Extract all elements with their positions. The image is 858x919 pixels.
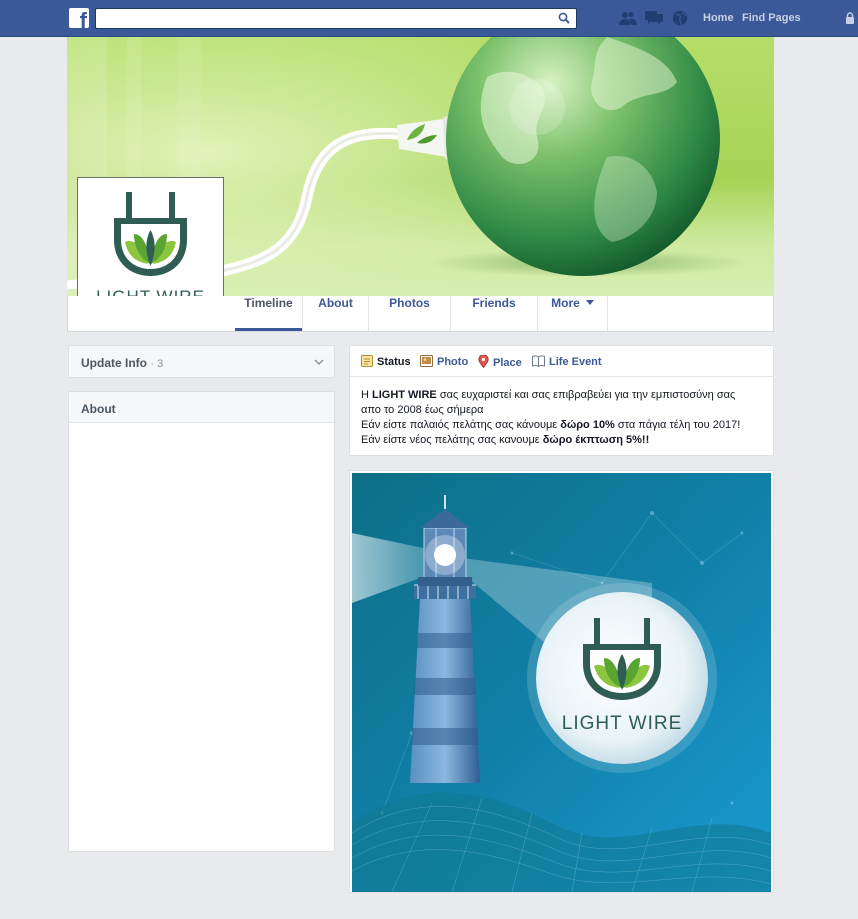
search-icon[interactable] xyxy=(558,12,570,24)
search-box[interactable] xyxy=(95,8,577,29)
tab-photos-label: Photos xyxy=(389,296,430,310)
profile-tab-bar: Timeline About Photos Friends More xyxy=(67,296,774,332)
chevron-down-icon[interactable] xyxy=(314,358,324,366)
find-pages-link[interactable]: Find Pages xyxy=(742,12,801,24)
friend-requests-icon[interactable] xyxy=(619,10,637,26)
update-info-label: Update Info · 3 xyxy=(81,356,164,370)
post-photo[interactable]: LIGHT WIRE xyxy=(349,470,774,893)
status-pencil-icon xyxy=(361,355,373,367)
update-info-card[interactable]: Update Info · 3 xyxy=(68,345,335,378)
composer-tabs: Status Photo Place Life Event xyxy=(350,346,773,377)
map-pin-icon xyxy=(478,354,489,369)
post-line-2: απο το 2008 έως σήμερα xyxy=(361,404,484,416)
life-event-book-icon xyxy=(532,355,545,368)
notifications-globe-icon[interactable] xyxy=(671,10,689,26)
tab-about[interactable]: About xyxy=(303,296,369,331)
facebook-logo-icon[interactable]: f xyxy=(69,8,89,28)
update-info-count: · 3 xyxy=(150,358,164,370)
composer-tab-photo[interactable]: Photo xyxy=(420,355,468,368)
tab-timeline[interactable]: Timeline xyxy=(235,296,303,331)
composer-tab-status[interactable]: Status xyxy=(361,355,411,368)
photo-icon xyxy=(420,355,433,367)
tab-friends[interactable]: Friends xyxy=(451,296,538,331)
messages-icon[interactable] xyxy=(645,10,663,26)
top-navigation-bar: f Home Find Pages xyxy=(0,0,858,37)
composer-tab-life-event[interactable]: Life Event xyxy=(532,355,602,368)
search-input[interactable] xyxy=(96,9,546,28)
chevron-down-icon xyxy=(585,300,594,305)
post-brand-name: LIGHT WIRE xyxy=(562,713,683,734)
lighthouse-promo-image: LIGHT WIRE xyxy=(352,473,771,892)
post-line-1: Η LIGHT WIRE σας ευχαριστεί και σας επιβ… xyxy=(361,389,736,401)
tab-timeline-label: Timeline xyxy=(244,296,293,310)
status-post-card: Status Photo Place Life Event Η LIGHT WI… xyxy=(349,345,774,456)
privacy-lock-icon[interactable] xyxy=(845,12,855,24)
tab-more[interactable]: More xyxy=(538,296,608,331)
tab-about-label: About xyxy=(318,296,353,310)
post-line-3: Εάν είστε παλαιός πελάτης σας κάνουμε δώ… xyxy=(361,419,741,431)
tab-more-label: More xyxy=(551,296,580,310)
tab-friends-label: Friends xyxy=(472,296,516,310)
post-text: Η LIGHT WIRE σας ευχαριστεί και σας επιβ… xyxy=(350,377,773,459)
about-card-title: About xyxy=(69,392,334,423)
post-line-4: Εάν είστε νέος πελάτης σας κανουμε δώρο … xyxy=(361,434,650,446)
about-card: About xyxy=(68,391,335,852)
home-link[interactable]: Home xyxy=(703,12,734,24)
composer-tab-place[interactable]: Place xyxy=(478,354,522,369)
tab-photos[interactable]: Photos xyxy=(369,296,451,331)
